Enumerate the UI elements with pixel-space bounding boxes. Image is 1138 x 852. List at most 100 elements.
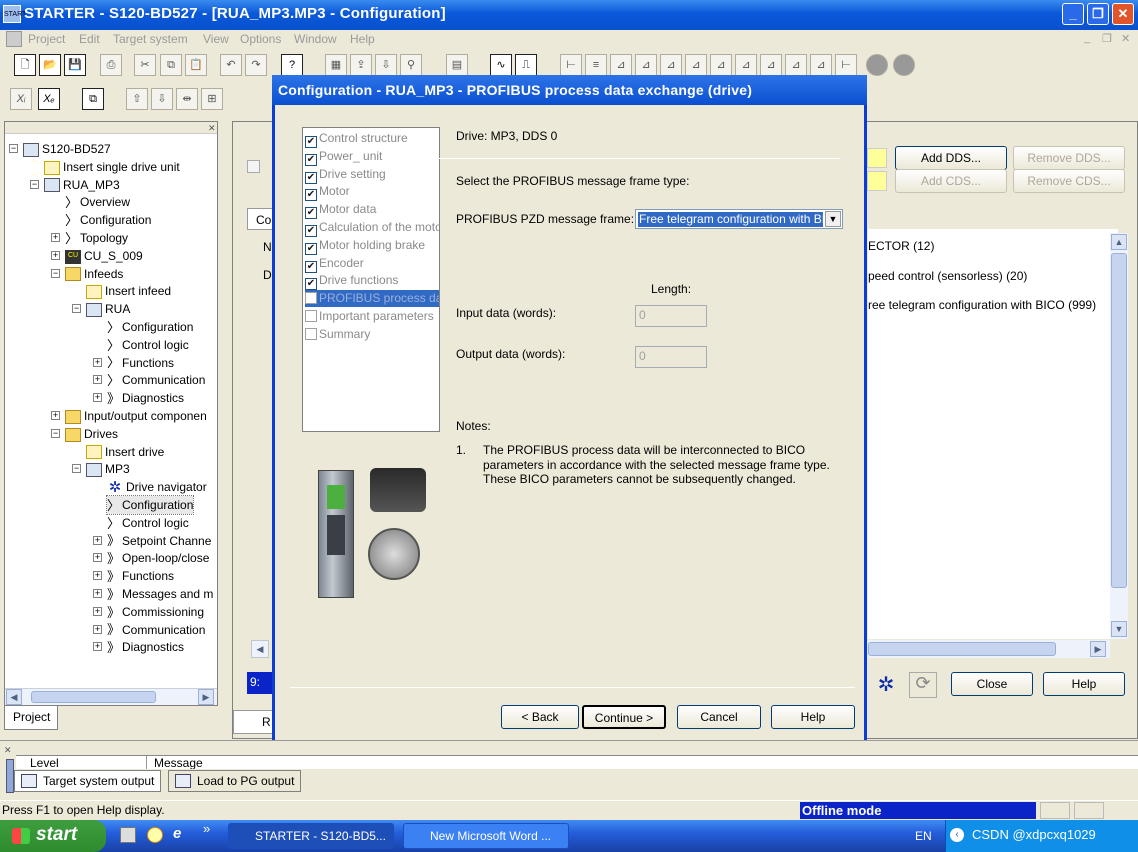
- tree-expander-icon[interactable]: −: [72, 464, 81, 474]
- trace-icon[interactable]: ∿: [490, 54, 512, 76]
- panel-help-button[interactable]: Help: [1043, 672, 1125, 696]
- restore-button[interactable]: ❐: [1087, 3, 1109, 25]
- wizard-step[interactable]: ✔ Motor data: [305, 201, 439, 220]
- tool-icon-8[interactable]: ⊿: [735, 54, 757, 76]
- quicklaunch-icon-1[interactable]: [120, 827, 136, 843]
- tree-node[interactable]: 》 Diagnostics: [107, 389, 184, 407]
- cancel-button[interactable]: Cancel: [677, 705, 761, 729]
- tree-node[interactable]: 》 Communication: [107, 621, 205, 639]
- tool-icon-9[interactable]: ⊿: [760, 54, 782, 76]
- tree-node[interactable]: Insert infeed: [86, 282, 171, 300]
- scroll-up-icon[interactable]: ▲: [1111, 234, 1127, 250]
- scroll-down-icon[interactable]: ▼: [1111, 621, 1127, 637]
- copy-icon[interactable]: ⧉: [160, 54, 182, 76]
- scroll-right-icon[interactable]: ▶: [198, 689, 214, 705]
- xe-icon[interactable]: Xₑ: [38, 88, 60, 110]
- tree-expander-icon[interactable]: −: [30, 179, 39, 189]
- input-data-field[interactable]: 0: [635, 305, 707, 327]
- tree-node[interactable]: 〉 Control logic: [107, 336, 189, 354]
- connect-icon[interactable]: ⚲: [400, 54, 422, 76]
- wizard-step[interactable]: ✔ Motor: [305, 183, 439, 202]
- tree-node[interactable]: 》 Functions: [107, 567, 174, 585]
- tab-project[interactable]: Project: [4, 706, 58, 730]
- accessible-nodes-icon[interactable]: ▦: [325, 54, 347, 76]
- bottom-tab-r[interactable]: R: [233, 710, 277, 734]
- tree-expander-icon[interactable]: +: [93, 553, 102, 563]
- tree-node[interactable]: ✲ Drive navigator: [107, 478, 207, 496]
- wizard-step[interactable]: Important parameters: [305, 308, 439, 325]
- tree-node[interactable]: 》 Commissioning: [107, 603, 204, 621]
- tree-node[interactable]: 》 Setpoint Channe: [107, 532, 211, 550]
- menu-window[interactable]: Window: [294, 32, 337, 46]
- paste-icon[interactable]: 📋: [185, 54, 207, 76]
- tree-node[interactable]: 》 Messages and m: [107, 585, 213, 603]
- continue-button[interactable]: Continue >: [582, 705, 666, 729]
- tree-node[interactable]: 〉 Configuration: [105, 495, 195, 515]
- menu-project[interactable]: Project: [28, 32, 65, 46]
- print-icon[interactable]: ⎙: [100, 54, 122, 76]
- language-indicator[interactable]: EN: [915, 829, 932, 843]
- tree-node[interactable]: 〉 Topology: [65, 229, 128, 247]
- scroll-left-icon[interactable]: ◀: [6, 689, 22, 705]
- tree-expander-icon[interactable]: +: [51, 250, 60, 260]
- tree-horizontal-scrollbar[interactable]: ◀ ▶: [5, 688, 217, 705]
- tree-expander-icon[interactable]: −: [9, 144, 18, 153]
- device-icon[interactable]: ▤: [446, 54, 468, 76]
- tree-expander-icon[interactable]: +: [93, 589, 102, 598]
- record-icon-2[interactable]: [893, 54, 915, 76]
- tree-node[interactable]: Drives: [65, 425, 118, 443]
- remove-dds-button[interactable]: Remove DDS...: [1013, 146, 1125, 170]
- menu-target-system[interactable]: Target system: [113, 32, 188, 46]
- xi-icon[interactable]: Xᵢ: [10, 88, 32, 110]
- tree-node[interactable]: 〉 Functions: [107, 354, 174, 372]
- tray-collapse-icon[interactable]: ‹: [950, 828, 964, 842]
- tree-node[interactable]: RUA: [86, 300, 130, 318]
- tree-expander-icon[interactable]: +: [93, 571, 102, 581]
- tool-icon-10[interactable]: ⊿: [785, 54, 807, 76]
- save-icon[interactable]: 💾: [64, 54, 86, 76]
- wizard-step[interactable]: ✔ Drive functions: [305, 272, 439, 291]
- load-to-pg-icon[interactable]: ⇩: [375, 54, 397, 76]
- upload-icon[interactable]: ⇧: [126, 88, 148, 110]
- wizard-step[interactable]: ✔ Power_ unit: [305, 148, 439, 166]
- tree-node[interactable]: 〉 Configuration: [65, 211, 151, 229]
- tree-expander-icon[interactable]: +: [51, 411, 60, 420]
- tree-expander-icon[interactable]: −: [51, 428, 60, 438]
- record-icon-1[interactable]: [866, 54, 888, 76]
- close-window-button[interactable]: ✕: [1112, 3, 1134, 25]
- tree-expander-icon[interactable]: +: [93, 624, 102, 634]
- add-dds-button[interactable]: Add DDS...: [895, 146, 1007, 170]
- tab-load-to-pg-output[interactable]: Load to PG output: [168, 770, 302, 792]
- wizard-step[interactable]: PROFIBUS process da: [305, 290, 439, 308]
- hscroll-thumb[interactable]: [868, 642, 1056, 656]
- table-horizontal-scrollbar[interactable]: ▶: [868, 640, 1110, 658]
- tree-expander-icon[interactable]: +: [93, 606, 102, 616]
- taskbar-item-word[interactable]: New Microsoft Word ...: [403, 823, 569, 849]
- tool-icon-11[interactable]: ⊿: [810, 54, 832, 76]
- wizard-step[interactable]: Summary: [305, 326, 439, 343]
- compare-icon[interactable]: ⇹: [176, 88, 198, 110]
- document-menu-icon[interactable]: [6, 31, 22, 47]
- close-output-icon[interactable]: ✕: [4, 745, 12, 756]
- tree-expander-icon[interactable]: −: [51, 268, 60, 278]
- scroll-thumb[interactable]: [31, 691, 156, 703]
- remove-cds-button[interactable]: Remove CDS...: [1013, 169, 1125, 193]
- add-cds-button[interactable]: Add CDS...: [895, 169, 1007, 193]
- tree-node[interactable]: 〉 Control logic: [107, 514, 189, 532]
- wizard-step[interactable]: ✔ Drive setting: [305, 166, 439, 184]
- pzd-message-frame-select[interactable]: Free telegram configuration with BICO (9…: [635, 209, 843, 229]
- tree-node[interactable]: CU CU_S_009: [65, 247, 143, 265]
- tree-expander-icon[interactable]: +: [93, 375, 102, 385]
- tree-node[interactable]: 》 Diagnostics: [107, 638, 184, 656]
- wizard-step[interactable]: ✔ Encoder: [305, 255, 439, 273]
- help-pointer-icon[interactable]: ?: [281, 54, 303, 76]
- tree-node[interactable]: Input/output componen: [65, 407, 207, 425]
- ie-icon[interactable]: e: [173, 825, 181, 842]
- tree-expander-icon[interactable]: +: [51, 233, 60, 242]
- chevron-down-icon[interactable]: ▼: [825, 211, 841, 227]
- menu-edit[interactable]: Edit: [79, 32, 100, 46]
- dialog-help-button[interactable]: Help: [771, 705, 855, 729]
- start-button[interactable]: start: [0, 820, 106, 852]
- taskbar-item-starter[interactable]: STARTER - S120-BD5...: [228, 823, 394, 849]
- tab-target-system-output[interactable]: Target system output: [14, 770, 162, 792]
